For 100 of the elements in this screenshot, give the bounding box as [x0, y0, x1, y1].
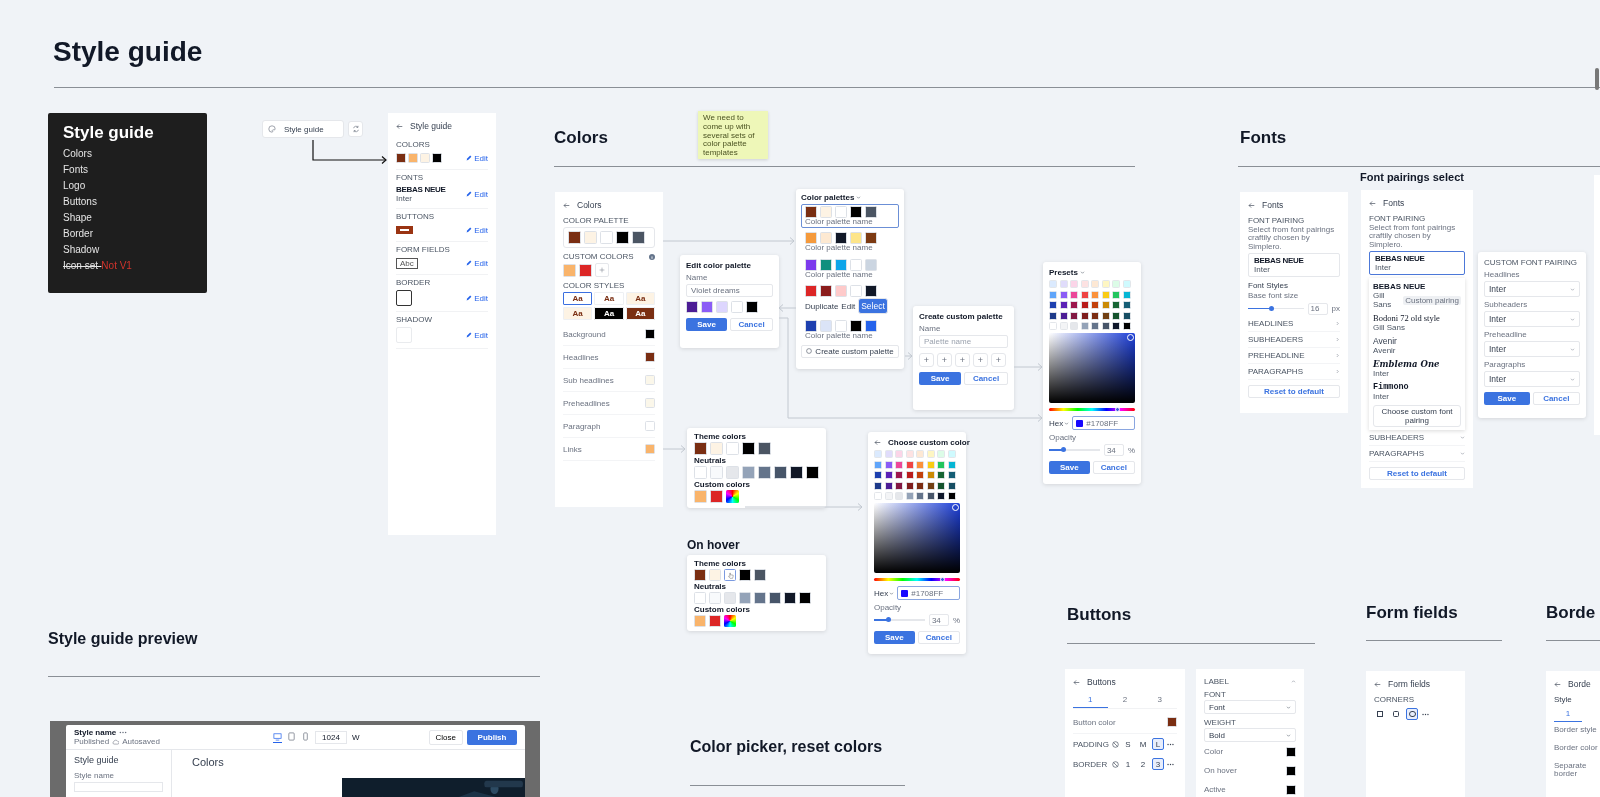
font-size-slider-fill[interactable] [1248, 307, 1272, 310]
back-arrow-icon[interactable] [1374, 680, 1381, 688]
nav-item[interactable]: Icon set- [63, 259, 102, 271]
opacity-input[interactable]: 34 [1103, 444, 1124, 456]
desktop-icon[interactable] [273, 731, 283, 743]
palette-option[interactable]: Color palette name [801, 204, 899, 229]
back-arrow-icon[interactable] [1073, 678, 1080, 686]
custom-color-swatch[interactable] [724, 615, 736, 627]
color-style-tile[interactable]: Aa [625, 292, 655, 305]
more-icon[interactable] [119, 731, 128, 734]
tab[interactable]: 3 [1142, 693, 1177, 708]
nav-item[interactable]: Shape [63, 211, 92, 223]
font-select[interactable]: Inter [1484, 281, 1580, 297]
color-style-tile[interactable]: Aa [563, 307, 593, 320]
add-color-slot[interactable]: + [955, 353, 970, 367]
hue-slider-thumb[interactable] [1115, 407, 1121, 412]
back-arrow-icon[interactable] [563, 201, 570, 209]
none-icon[interactable] [1112, 760, 1119, 768]
font-option-headline[interactable]: BEBAS NEUE [1373, 282, 1461, 292]
close-button[interactable]: Close [428, 729, 463, 745]
save-button[interactable]: Save [1484, 392, 1530, 405]
palette-option[interactable]: Color palette name [801, 256, 899, 282]
edit-link[interactable]: Edit [466, 225, 488, 235]
style-guide-chip[interactable]: Style guide [262, 120, 344, 138]
font-option-headline[interactable]: Emblema One [1373, 359, 1461, 370]
save-button[interactable]: Save [686, 318, 727, 331]
name-input[interactable]: Palette name [919, 335, 1008, 348]
palette-action[interactable]: Select [858, 298, 888, 315]
reset-button[interactable]: Reset to default [1369, 467, 1465, 481]
saturation-field[interactable] [1049, 333, 1135, 403]
color-style-tile[interactable]: Aa [563, 292, 593, 305]
font-option-headline[interactable]: Bodoni 72 old style [1373, 313, 1461, 324]
add-color-slot[interactable]: + [973, 353, 988, 367]
option-chip[interactable]: 1 [1122, 758, 1134, 770]
add-color-slot[interactable]: + [919, 353, 934, 367]
width-input[interactable]: 1024 [315, 730, 347, 744]
reset-button[interactable]: Reset to default [1248, 384, 1340, 398]
picker-title[interactable]: Presets [1049, 268, 1135, 277]
option-chip[interactable]: 2 [1137, 758, 1149, 770]
edit-link[interactable]: Edit [466, 258, 488, 268]
saturation-field[interactable] [874, 503, 960, 573]
publish-button[interactable]: Publish [467, 729, 517, 745]
palette-action[interactable]: Duplicate [805, 301, 839, 311]
style-name-input[interactable] [74, 782, 163, 792]
save-button[interactable]: Save [874, 631, 915, 644]
tab[interactable]: 1 [1073, 693, 1108, 708]
add-color-slot[interactable]: + [937, 353, 952, 367]
color-style-tile[interactable]: Aa [625, 307, 655, 320]
nav-item[interactable]: Shadow [63, 243, 100, 255]
palette-option[interactable]: Color palette name [801, 318, 899, 343]
save-button[interactable]: Save [1049, 461, 1090, 474]
cancel-button[interactable]: Cancel [964, 372, 1008, 385]
nav-item[interactable]: Colors [63, 147, 92, 159]
nav-item[interactable]: Buttons [63, 195, 97, 207]
font-style-row[interactable]: PREHEADLINE [1248, 347, 1340, 364]
nav-item[interactable]: Fonts [63, 163, 88, 175]
add-color-slot[interactable]: + [991, 353, 1006, 367]
scrollbar-thumb[interactable] [1595, 68, 1599, 90]
name-input[interactable]: Violet dreams [686, 284, 773, 297]
font-style-row[interactable]: SUBHEADERS [1248, 331, 1340, 348]
font-style-row[interactable]: SUBHEADERS [1369, 430, 1465, 447]
cancel-button[interactable]: Cancel [917, 631, 960, 644]
edit-link[interactable]: Edit [466, 153, 488, 163]
format-select[interactable]: Hex [874, 588, 895, 598]
font-style-row[interactable]: PARAGRAPHS [1248, 363, 1340, 380]
color-swatch[interactable] [724, 569, 736, 581]
refresh-button[interactable] [348, 121, 363, 137]
color-style-tile[interactable]: Aa [594, 292, 624, 305]
font-select[interactable]: Inter [1484, 371, 1580, 387]
hex-input[interactable]: #1708FF [897, 586, 960, 600]
option-chip[interactable]: L [1152, 738, 1164, 750]
font-size-input[interactable]: 16 [1307, 302, 1328, 315]
cancel-button[interactable]: Cancel [1092, 461, 1135, 474]
more-icon[interactable] [1167, 742, 1174, 746]
back-arrow-icon[interactable] [1369, 199, 1376, 207]
corner-option[interactable] [1390, 708, 1402, 720]
none-icon[interactable] [1112, 740, 1119, 748]
back-arrow-icon[interactable] [396, 122, 403, 130]
font-select[interactable]: Inter [1484, 341, 1580, 357]
font-pairing-select[interactable]: BEBAS NEUE Inter [1369, 251, 1465, 276]
option-chip[interactable]: 3 [1152, 758, 1164, 770]
format-select[interactable]: Hex [1049, 418, 1070, 428]
font-style-row[interactable]: PARAGRAPHS [1369, 446, 1465, 463]
tab[interactable]: 1 [1554, 707, 1582, 722]
nav-item[interactable]: Logo [63, 179, 86, 191]
weight-select[interactable]: Bold [1204, 728, 1296, 742]
option-chip[interactable]: S [1122, 738, 1134, 750]
font-option-headline[interactable]: Fimmono [1373, 382, 1461, 393]
custom-pairing-button[interactable]: Choose custom font pairing [1373, 405, 1461, 428]
hue-slider-thumb[interactable] [940, 577, 946, 582]
edit-link[interactable]: Edit [466, 330, 488, 340]
back-arrow-icon[interactable] [1554, 680, 1561, 688]
palette-action[interactable]: Edit [841, 301, 856, 311]
font-style-row[interactable]: HEADLINES [1248, 315, 1340, 332]
option-chip[interactable]: M [1137, 738, 1149, 750]
opacity-input[interactable]: 34 [928, 614, 949, 626]
font-select[interactable]: Font [1204, 700, 1296, 714]
palette-option[interactable]: Color palette name [801, 230, 899, 255]
back-arrow-icon[interactable] [1248, 201, 1255, 209]
hex-input[interactable]: #1708FF [1072, 416, 1135, 430]
